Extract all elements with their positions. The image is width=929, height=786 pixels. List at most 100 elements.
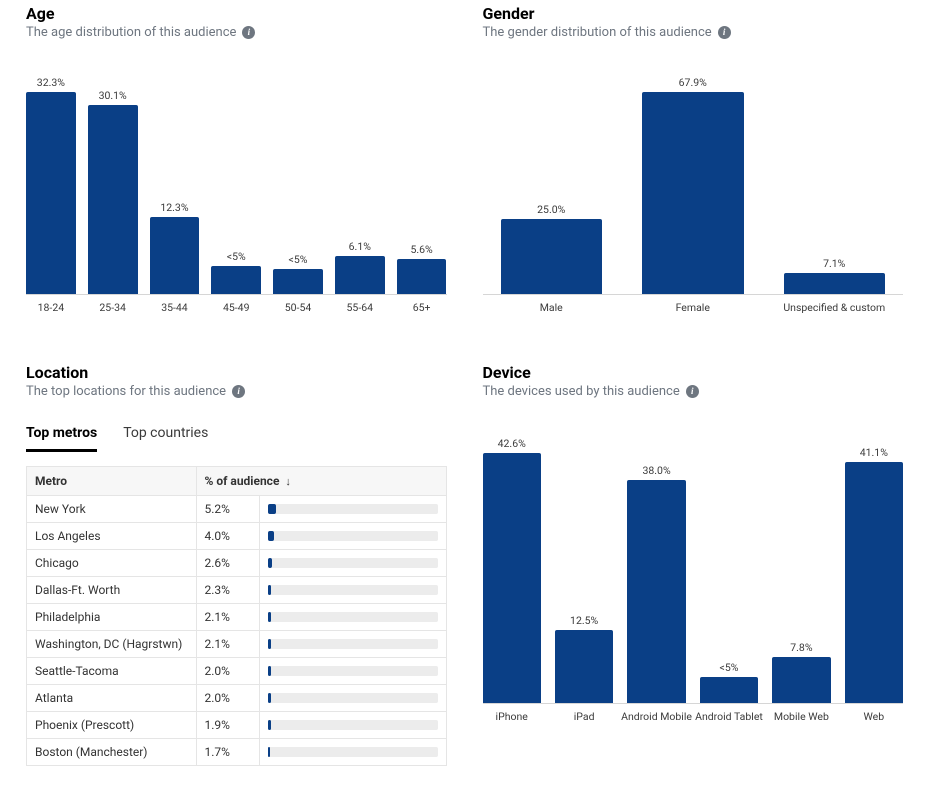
bar-ipad[interactable]: 12.5%iPad bbox=[555, 419, 613, 703]
bar-category-label: iPhone bbox=[496, 710, 528, 723]
bar-fill bbox=[211, 266, 261, 294]
bar-fill bbox=[700, 677, 758, 703]
pct-cell: 1.9% bbox=[196, 712, 259, 739]
bar-fill bbox=[784, 273, 886, 294]
bar-category-label: 35-44 bbox=[161, 301, 188, 314]
table-row[interactable]: Chicago2.6% bbox=[27, 550, 447, 577]
bar-category-label: Android Tablet bbox=[695, 710, 763, 723]
age-section: Age The age distribution of this audienc… bbox=[26, 0, 447, 319]
bar-fill bbox=[397, 259, 447, 294]
info-icon[interactable]: i bbox=[232, 385, 245, 398]
pct-cell: 2.0% bbox=[196, 685, 259, 712]
bar-fill bbox=[501, 219, 603, 294]
bar-male[interactable]: 25.0%Male bbox=[501, 64, 603, 294]
device-subtitle: The devices used by this audience i bbox=[483, 384, 904, 399]
bar-category-label: Male bbox=[540, 301, 563, 314]
location-section: Location The top locations for this audi… bbox=[26, 359, 447, 766]
bar-value-label: <5% bbox=[289, 253, 308, 266]
bar-45-49[interactable]: <5%45-49 bbox=[211, 64, 261, 294]
gender-title: Gender bbox=[483, 4, 904, 23]
tab-top-metros[interactable]: Top metros bbox=[26, 425, 97, 452]
bar-fill bbox=[642, 92, 744, 294]
gender-subtitle: The gender distribution of this audience… bbox=[483, 25, 904, 40]
bar-fill bbox=[555, 630, 613, 703]
info-icon[interactable]: i bbox=[242, 26, 255, 39]
bar-category-label: Mobile Web bbox=[774, 710, 829, 723]
pct-cell: 2.1% bbox=[196, 604, 259, 631]
bar-category-label: 45-49 bbox=[223, 301, 250, 314]
metro-cell: Phoenix (Prescott) bbox=[27, 712, 197, 739]
bar-category-label: Android Mobile bbox=[621, 710, 692, 723]
pct-cell: 2.6% bbox=[196, 550, 259, 577]
bar-value-label: 5.6% bbox=[410, 243, 432, 256]
bar-50-54[interactable]: <5%50-54 bbox=[273, 64, 323, 294]
location-title: Location bbox=[26, 363, 447, 382]
table-row[interactable]: Washington, DC (Hagrstwn)2.1% bbox=[27, 631, 447, 658]
pct-bar-cell bbox=[259, 604, 446, 631]
location-table: Metro % of audience ↓ New York5.2%Los An… bbox=[26, 466, 447, 766]
bar-value-label: 42.6% bbox=[498, 437, 526, 450]
pct-bar-cell bbox=[259, 685, 446, 712]
location-subtitle: The top locations for this audience i bbox=[26, 384, 447, 399]
bar-18-24[interactable]: 32.3%18-24 bbox=[26, 64, 76, 294]
table-row[interactable]: Dallas-Ft. Worth2.3% bbox=[27, 577, 447, 604]
bar-fill bbox=[26, 92, 76, 294]
bar-category-label: 50-54 bbox=[285, 301, 312, 314]
metro-cell: Los Angeles bbox=[27, 523, 197, 550]
pct-cell: 2.3% bbox=[196, 577, 259, 604]
bar-mobile-web[interactable]: 7.8%Mobile Web bbox=[772, 419, 830, 703]
col-pct[interactable]: % of audience ↓ bbox=[196, 467, 446, 496]
bar-value-label: 41.1% bbox=[860, 446, 888, 459]
bar-value-label: 30.1% bbox=[99, 89, 127, 102]
metro-cell: Dallas-Ft. Worth bbox=[27, 577, 197, 604]
info-icon[interactable]: i bbox=[718, 26, 731, 39]
pct-bar-cell bbox=[259, 658, 446, 685]
bar-25-34[interactable]: 30.1%25-34 bbox=[88, 64, 138, 294]
bar-iphone[interactable]: 42.6%iPhone bbox=[483, 419, 541, 703]
bar-female[interactable]: 67.9%Female bbox=[642, 64, 744, 294]
age-title: Age bbox=[26, 4, 447, 23]
age-chart: 32.3%18-2430.1%25-3412.3%35-44<5%45-49<5… bbox=[26, 64, 447, 295]
metro-cell: Seattle-Tacoma bbox=[27, 658, 197, 685]
bar-category-label: Female bbox=[676, 301, 710, 314]
bar-category-label: 18-24 bbox=[38, 301, 65, 314]
tab-top-countries[interactable]: Top countries bbox=[123, 425, 208, 452]
table-row[interactable]: Philadelphia2.1% bbox=[27, 604, 447, 631]
age-subtitle: The age distribution of this audience i bbox=[26, 25, 447, 40]
bar-value-label: 7.1% bbox=[823, 257, 845, 270]
bar-fill bbox=[627, 480, 685, 703]
bar-65-[interactable]: 5.6%65+ bbox=[397, 64, 447, 294]
bar-fill bbox=[335, 256, 385, 294]
col-metro[interactable]: Metro bbox=[27, 467, 197, 496]
bar-35-44[interactable]: 12.3%35-44 bbox=[150, 64, 200, 294]
bar-value-label: 12.5% bbox=[570, 614, 598, 627]
bar-category-label: 55-64 bbox=[347, 301, 374, 314]
table-row[interactable]: New York5.2% bbox=[27, 496, 447, 523]
bar-55-64[interactable]: 6.1%55-64 bbox=[335, 64, 385, 294]
table-row[interactable]: Phoenix (Prescott)1.9% bbox=[27, 712, 447, 739]
bar-category-label: Unspecified & custom bbox=[783, 301, 885, 314]
bar-android-tablet[interactable]: <5%Android Tablet bbox=[700, 419, 758, 703]
info-icon[interactable]: i bbox=[686, 385, 699, 398]
device-title: Device bbox=[483, 363, 904, 382]
bar-value-label: 12.3% bbox=[160, 201, 188, 214]
table-row[interactable]: Seattle-Tacoma2.0% bbox=[27, 658, 447, 685]
bar-unspecified-custom[interactable]: 7.1%Unspecified & custom bbox=[784, 64, 886, 294]
bar-category-label: Web bbox=[864, 710, 885, 723]
table-row[interactable]: Atlanta2.0% bbox=[27, 685, 447, 712]
bar-fill bbox=[150, 217, 200, 294]
pct-cell: 2.1% bbox=[196, 631, 259, 658]
bar-fill bbox=[772, 657, 830, 703]
bar-value-label: 6.1% bbox=[349, 240, 371, 253]
bar-android-mobile[interactable]: 38.0%Android Mobile bbox=[627, 419, 685, 703]
bar-value-label: 67.9% bbox=[679, 76, 707, 89]
pct-bar-cell bbox=[259, 496, 446, 523]
bar-value-label: 32.3% bbox=[37, 76, 65, 89]
bar-web[interactable]: 41.1%Web bbox=[845, 419, 903, 703]
pct-bar-cell bbox=[259, 712, 446, 739]
bar-fill bbox=[483, 453, 541, 703]
bar-category-label: 65+ bbox=[413, 301, 431, 314]
table-row[interactable]: Los Angeles4.0% bbox=[27, 523, 447, 550]
bar-value-label: 25.0% bbox=[537, 203, 565, 216]
pct-cell: 4.0% bbox=[196, 523, 259, 550]
